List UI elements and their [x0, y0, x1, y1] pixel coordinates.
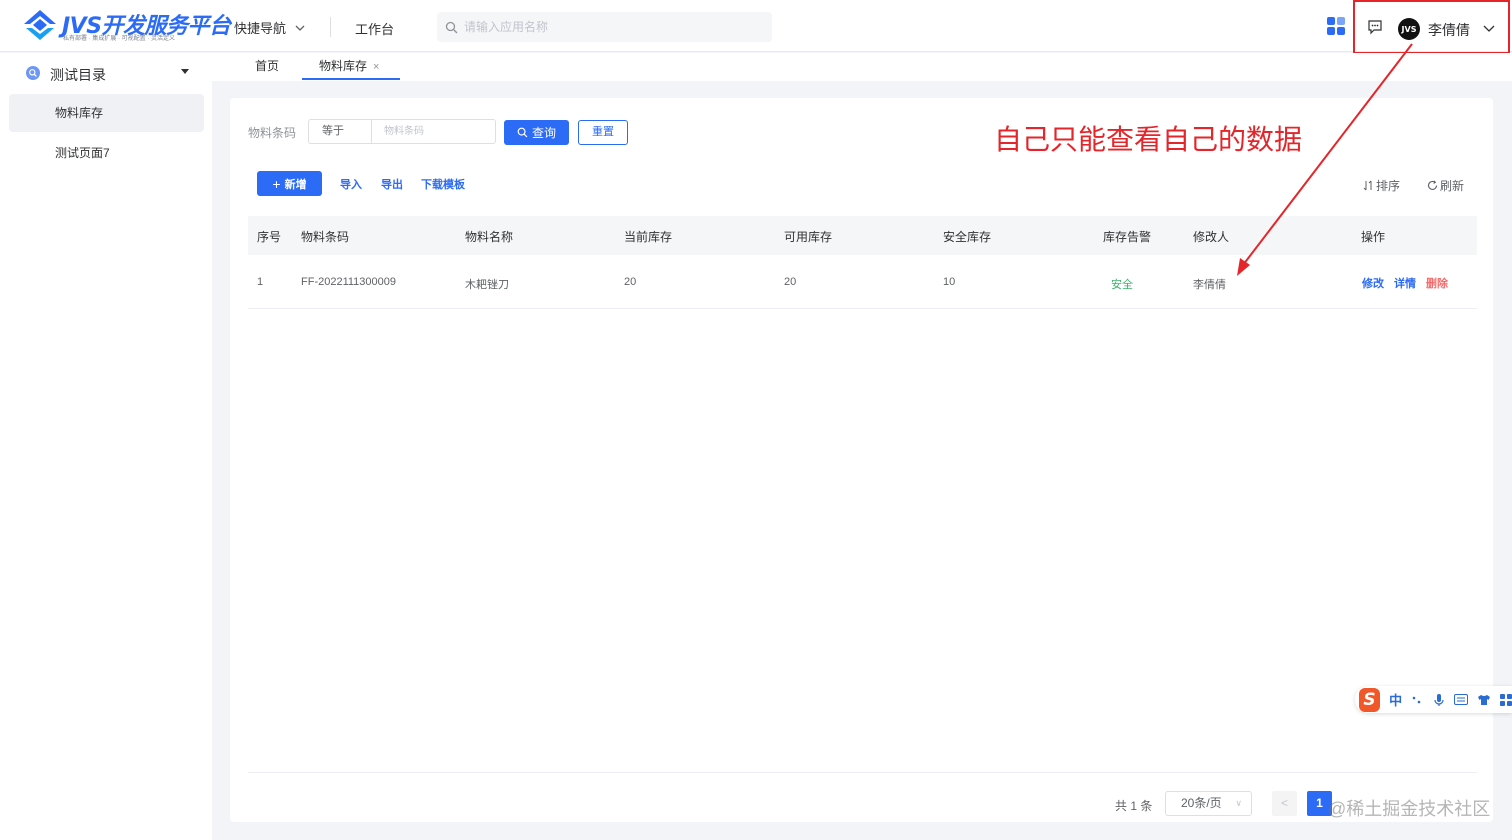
search-icon	[445, 21, 458, 33]
main-card: 物料条码 等于 查询 重置 + 新增 导入 导出 下载模板 排序 刷新 序号 物…	[230, 98, 1493, 822]
tab-material-stock[interactable]: 物料库存 ×	[302, 53, 400, 80]
export-button[interactable]: 导出	[381, 176, 403, 192]
delete-button[interactable]: 删除	[1426, 275, 1448, 291]
column-header: 操作	[1361, 230, 1386, 244]
watermark: @稀土掘金技术社区	[1328, 799, 1491, 819]
cell-material-code: FF-2022111300009	[301, 276, 396, 288]
apps-grid-icon[interactable]	[1327, 17, 1346, 36]
keyboard-icon[interactable]	[1453, 693, 1468, 707]
quick-nav-dropdown[interactable]: 快捷导航	[234, 18, 306, 37]
table-row[interactable]: 1 FF-2022111300009 木耙锉刀 20 20 10 安全 李倩倩 …	[248, 259, 1477, 309]
pagination-total: 共 1 条	[1115, 799, 1153, 813]
logo[interactable]: JVS开发服务平台 私有部署 · 集成扩展 · 可视配置 · 灵活定义	[22, 6, 231, 46]
ime-language[interactable]: 中	[1389, 690, 1402, 709]
username[interactable]: 李倩倩	[1428, 20, 1470, 40]
logo-mark-icon	[24, 10, 56, 40]
import-button[interactable]: 导入	[340, 176, 362, 192]
detail-button[interactable]: 详情	[1394, 275, 1416, 291]
prev-page-button[interactable]: <	[1272, 791, 1297, 816]
cell-index: 1	[257, 276, 264, 288]
sort-icon	[1363, 180, 1372, 191]
refresh-button[interactable]: 刷新	[1427, 177, 1464, 194]
table-header: 序号 物料条码 物料名称 当前库存 可用库存 安全库存 库存告警 修改人 操作	[248, 216, 1477, 255]
column-header: 当前库存	[624, 230, 673, 244]
add-button[interactable]: + 新增	[257, 171, 322, 196]
plus-icon: +	[272, 175, 281, 192]
chevron-down-icon[interactable]	[1482, 21, 1496, 35]
query-label: 查询	[531, 126, 556, 140]
column-header: 安全库存	[943, 230, 992, 244]
sidebar-item-test-page-7[interactable]: 测试页面7	[9, 134, 204, 172]
microphone-icon[interactable]	[1432, 693, 1444, 707]
sidebar-group-label: 测试目录	[50, 67, 106, 83]
ime-logo-icon: S	[1359, 687, 1381, 712]
annotation-text: 自己只能查看自己的数据	[994, 123, 1303, 156]
column-header: 可用库存	[784, 230, 833, 244]
app-search-input[interactable]	[464, 20, 744, 34]
quick-nav-label: 快捷导航	[234, 21, 287, 36]
chevron-down-icon	[295, 25, 305, 31]
logo-subtitle: 私有部署 · 集成扩展 · 可视配置 · 灵活定义	[63, 36, 175, 42]
search-icon	[517, 127, 528, 138]
sidebar: 测试目录 物料库存 测试页面7	[0, 53, 212, 840]
close-icon[interactable]: ×	[373, 61, 379, 73]
cell-available-stock: 20	[784, 276, 797, 288]
ime-toolbar[interactable]: S 中	[1355, 686, 1512, 713]
tab-label: 物料库存	[319, 59, 368, 73]
user-area-highlight: JVS 李倩倩	[1353, 0, 1510, 54]
sidebar-group-test-directory[interactable]: 测试目录	[0, 53, 212, 93]
column-header: 修改人	[1193, 230, 1230, 244]
filter-field-label: 物料条码	[248, 126, 297, 140]
edit-button[interactable]: 修改	[1362, 275, 1384, 291]
cell-stock-alert: 安全	[1111, 279, 1133, 291]
column-header: 物料名称	[465, 230, 514, 244]
sort-button[interactable]: 排序	[1363, 177, 1400, 194]
top-bar: JVS开发服务平台 私有部署 · 集成扩展 · 可视配置 · 灵活定义 快捷导航…	[0, 0, 1512, 54]
avatar[interactable]: JVS	[1398, 18, 1420, 40]
material-code-input[interactable]	[371, 119, 496, 144]
refresh-label: 刷新	[1440, 179, 1465, 193]
cell-material-name: 木耙锉刀	[465, 279, 509, 291]
cell-safety-stock: 10	[943, 276, 956, 288]
cell-current-stock: 20	[624, 276, 637, 288]
download-template-button[interactable]: 下载模板	[421, 176, 465, 192]
refresh-icon	[1427, 180, 1438, 191]
toolbox-icon[interactable]	[1499, 693, 1512, 707]
workbench-link[interactable]: 工作台	[355, 19, 394, 38]
operator-select[interactable]: 等于	[308, 119, 371, 144]
chevron-down-icon: ∨	[1235, 798, 1242, 808]
sidebar-item-material-stock[interactable]: 物料库存	[9, 94, 204, 132]
cell-modifier: 李倩倩	[1193, 279, 1226, 291]
column-header: 物料条码	[301, 230, 350, 244]
directory-icon	[26, 66, 40, 80]
column-header: 库存告警	[1103, 230, 1152, 244]
tab-home[interactable]: 首页	[255, 53, 279, 80]
page-tabs: 首页 物料库存 ×	[212, 53, 1512, 81]
message-icon[interactable]	[1367, 19, 1383, 35]
column-header: 序号	[257, 230, 282, 244]
sort-label: 排序	[1376, 179, 1401, 193]
query-button[interactable]: 查询	[504, 120, 569, 145]
app-search-box[interactable]	[437, 12, 772, 42]
tab-label: 首页	[255, 59, 280, 73]
add-label: 新增	[284, 178, 307, 191]
page-size-label: 20条/页	[1181, 796, 1222, 810]
caret-down-icon	[181, 69, 189, 74]
page-size-select[interactable]: 20条/页 ∨	[1165, 791, 1252, 816]
nav-divider	[330, 17, 331, 37]
punctuation-icon[interactable]	[1411, 693, 1423, 707]
skin-icon[interactable]	[1477, 693, 1491, 707]
table-footer-divider	[248, 772, 1477, 773]
reset-button[interactable]: 重置	[578, 120, 628, 145]
